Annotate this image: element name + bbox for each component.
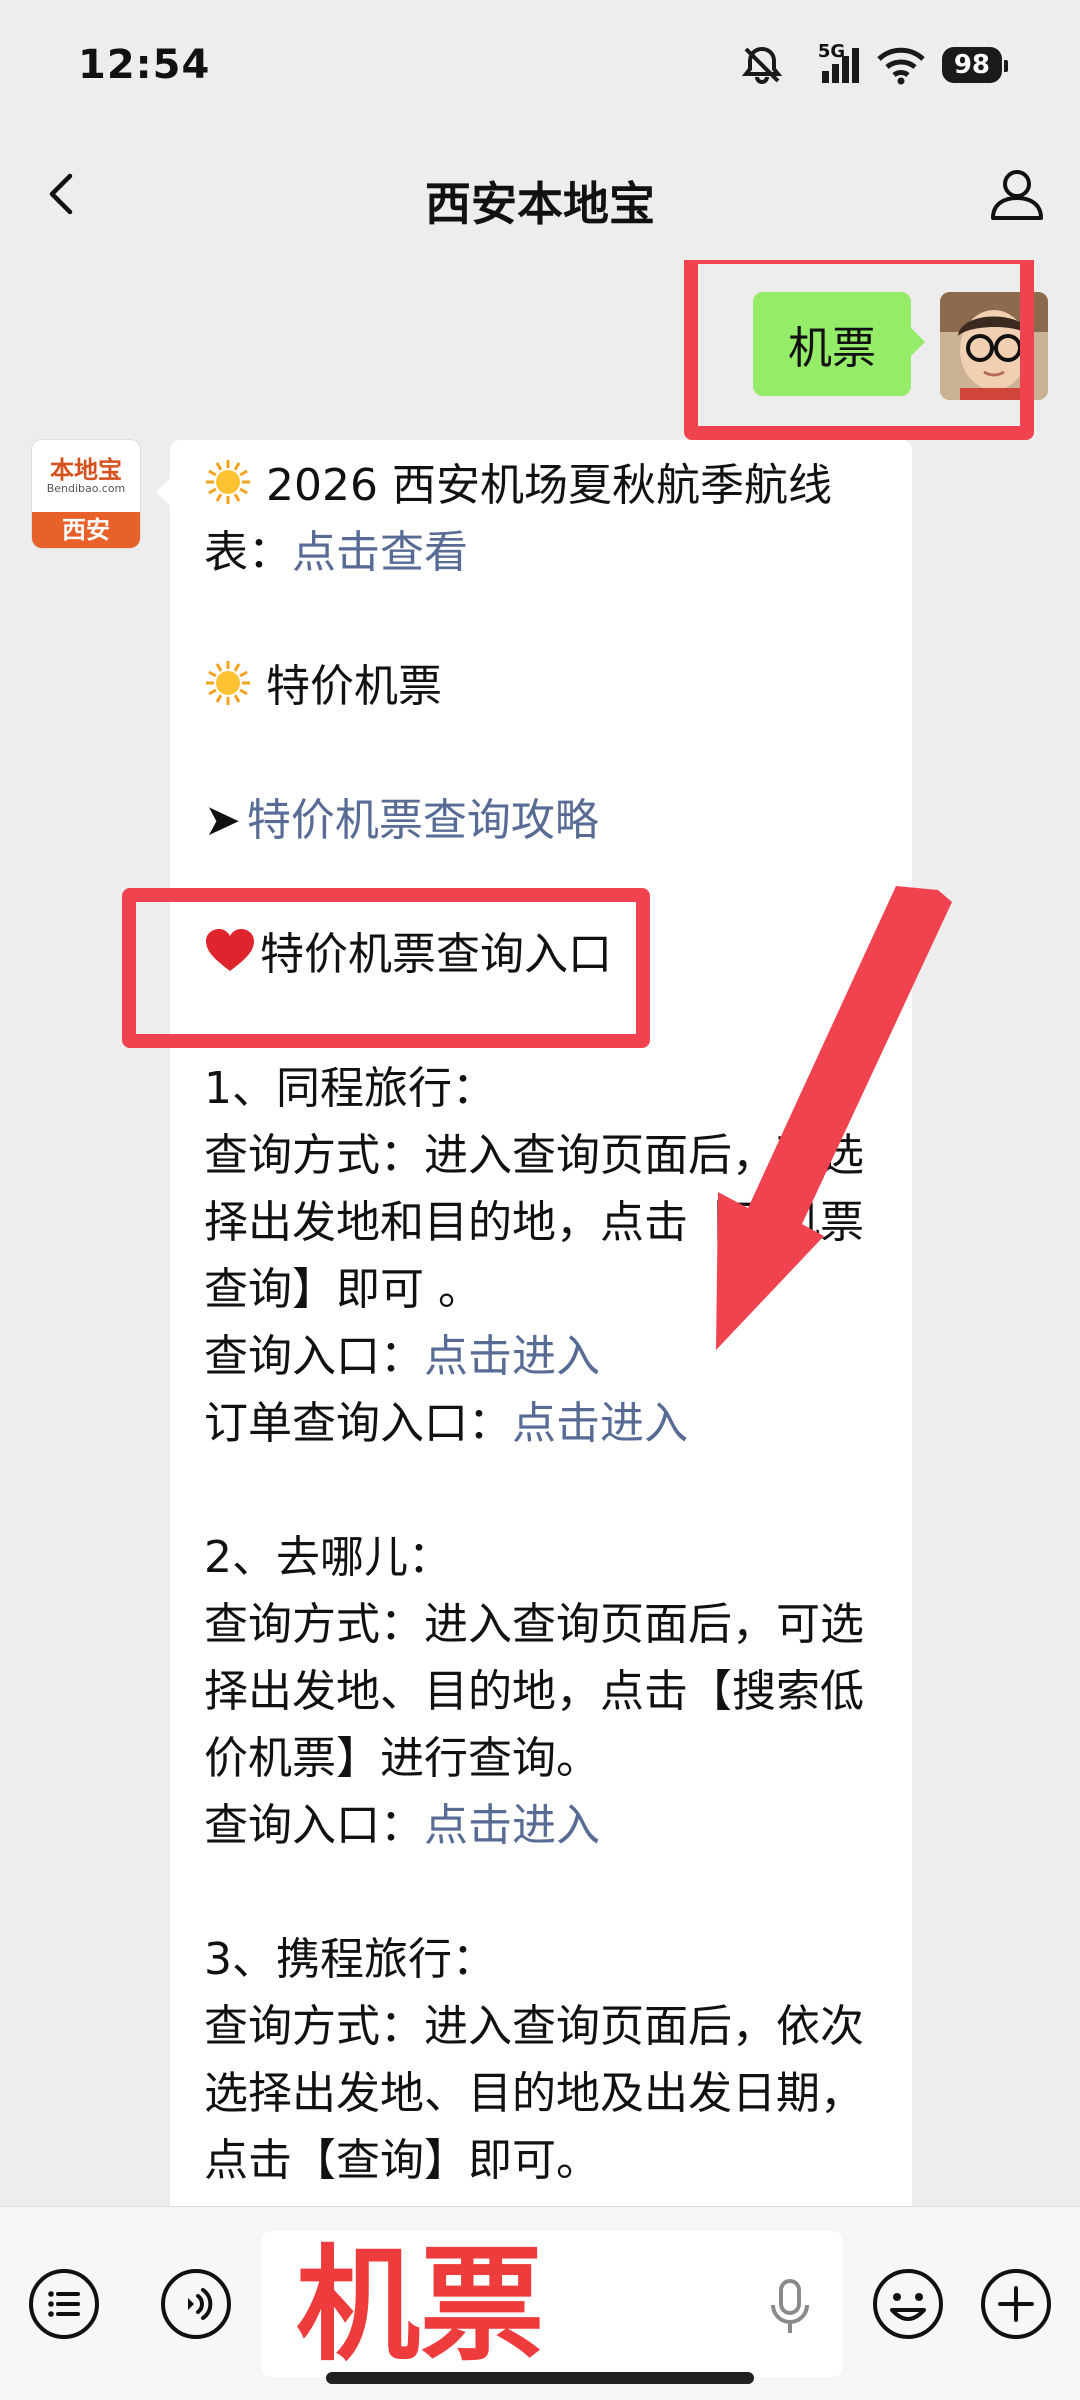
message-link[interactable]: 点击查看 — [292, 527, 468, 578]
voice-button[interactable] — [158, 2266, 234, 2342]
wifi-icon — [877, 47, 925, 85]
message-text: 点击【查询】即可。 — [204, 2135, 600, 2186]
message-line: 选择出发地、目的地及出发日期， — [204, 2060, 878, 2127]
message-line: 查询入口：点击进入 — [204, 1792, 878, 1859]
message-text: 2026 西安机场夏秋航季航线 — [266, 460, 832, 511]
status-icons: 5G 98 — [740, 41, 1009, 88]
add-button[interactable] — [978, 2266, 1054, 2342]
message-line: 订单查询入口：点击进入 — [204, 1390, 878, 1457]
message-link[interactable]: 点击进入 — [424, 1331, 600, 1382]
message-input-text: 机票 — [296, 2234, 545, 2378]
sun-icon — [206, 661, 250, 705]
arrow-icon: ➤ — [204, 795, 241, 846]
message-link[interactable]: 点击进入 — [512, 1398, 688, 1449]
message-text: 查询入口： — [204, 1800, 424, 1851]
entry-highlight-box — [122, 888, 650, 1048]
message-text: 特价机票 — [266, 661, 442, 712]
message-line: 特价机票 — [204, 653, 878, 720]
message-text: 查询方式：进入查询页面后，可选 — [204, 1599, 864, 1650]
menu-button[interactable] — [26, 2266, 102, 2342]
message-line: 2026 西安机场夏秋航季航线 — [204, 452, 878, 519]
home-indicator — [326, 2372, 754, 2384]
message-line — [204, 586, 878, 653]
message-text: 择出发地、目的地，点击【搜索低 — [204, 1666, 864, 1717]
bot-avatar-city: 西安 — [32, 512, 140, 548]
message-text: 价机票】进行查询。 — [204, 1733, 600, 1784]
emoji-icon — [873, 2269, 943, 2339]
message-line — [204, 1457, 878, 1524]
message-text: 查询方式：进入查询页面后，依次 — [204, 2001, 864, 2052]
input-bar: 机票 — [0, 2206, 1080, 2400]
plus-icon — [981, 2269, 1051, 2339]
message-line: 价机票】进行查询。 — [204, 1725, 878, 1792]
message-line: 表：点击查看 — [204, 519, 878, 586]
message-line: 查询方式：进入查询页面后，可选 — [204, 1591, 878, 1658]
profile-button[interactable] — [984, 162, 1050, 228]
bot-avatar[interactable]: 本地宝 Bendibao.com 西安 — [32, 440, 140, 548]
emoji-button[interactable] — [870, 2266, 946, 2342]
message-list[interactable]: 机票 本地宝 Bendibao.com 西安 2026 西安机场夏秋航季航线 表：… — [0, 260, 1080, 2206]
sent-message-highlight-box — [684, 260, 1034, 440]
message-text: 订单查询入口： — [204, 1398, 512, 1449]
message-text: 查询】即可 。 — [204, 1264, 482, 1315]
message-text: 1、同程旅行： — [204, 1063, 496, 1114]
user-icon — [991, 170, 1043, 220]
voice-wave-icon — [161, 2269, 231, 2339]
battery-icon: 98 — [941, 47, 1009, 83]
message-link[interactable]: 点击进入 — [424, 1800, 600, 1851]
message-line — [204, 720, 878, 787]
message-text: 选择出发地、目的地及出发日期， — [204, 2068, 864, 2119]
signal-icon: 5G — [800, 41, 860, 85]
status-bar: 12:54 5G 98 — [0, 0, 1080, 130]
message-line: 点击【查询】即可。 — [204, 2127, 878, 2194]
mute-icon — [741, 46, 782, 84]
message-line: 2、去哪儿： — [204, 1524, 878, 1591]
status-time: 12:54 — [78, 42, 211, 88]
bot-avatar-sub: Bendibao.com — [46, 482, 126, 495]
message-text: 2、去哪儿： — [204, 1532, 452, 1583]
message-text: 查询入口： — [204, 1331, 424, 1382]
network-label: 5G — [817, 41, 846, 62]
message-line: ➤ 特价机票查询攻略 — [204, 787, 878, 854]
bot-avatar-name: 本地宝 — [50, 456, 122, 484]
message-line — [204, 1859, 878, 1926]
microphone-icon[interactable] — [768, 2279, 812, 2335]
nav-bar: 西安本地宝 — [0, 130, 1080, 260]
menu-list-icon — [29, 2269, 99, 2339]
message-text: 表： — [204, 527, 292, 578]
message-line: 查询方式：进入查询页面后，依次 — [204, 1993, 878, 2060]
annotation-arrow-icon — [716, 886, 952, 1350]
message-line: 择出发地、目的地，点击【搜索低 — [204, 1658, 878, 1725]
message-text: 3、携程旅行： — [204, 1934, 496, 1985]
message-line: 3、携程旅行： — [204, 1926, 878, 1993]
page-title: 西安本地宝 — [425, 177, 655, 231]
message-link[interactable]: 特价机票查询攻略 — [247, 795, 599, 846]
message-input[interactable]: 机票 — [262, 2231, 842, 2377]
sun-icon — [206, 460, 250, 504]
